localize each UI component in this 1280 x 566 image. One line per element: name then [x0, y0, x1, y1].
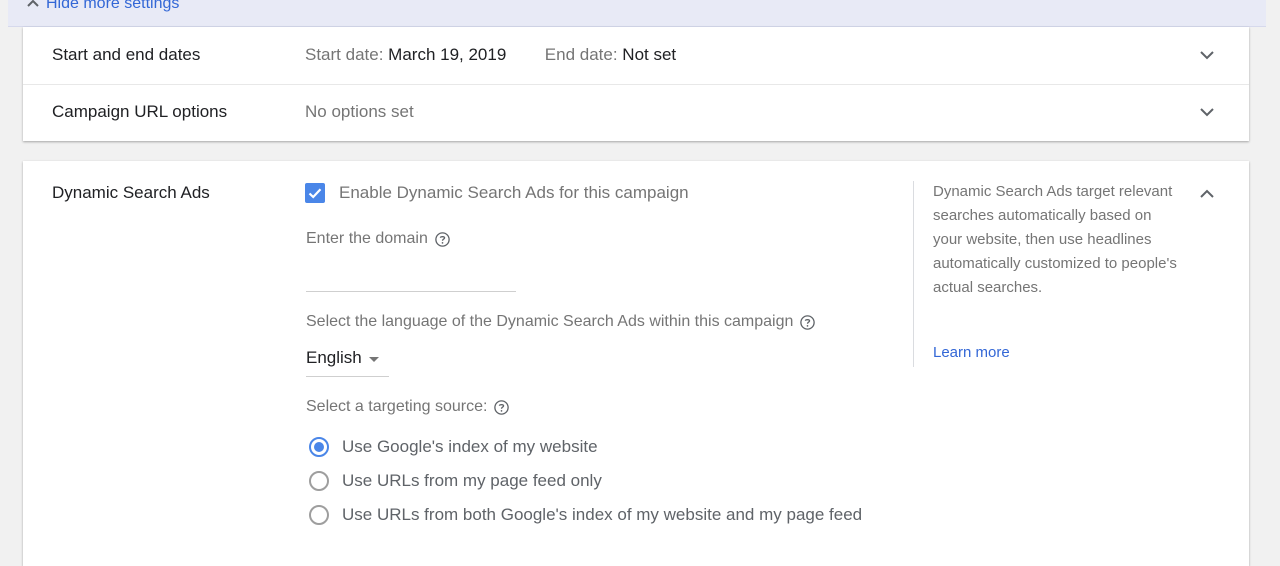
targeting-option-both[interactable]: Use URLs from both Google's index of my …: [309, 503, 862, 527]
targeting-source-label: Select a targeting source:: [306, 398, 510, 416]
language-field-label: Select the language of the Dynamic Searc…: [306, 313, 816, 331]
side-panel-divider: [913, 181, 914, 367]
targeting-label-text: Select a targeting source:: [306, 398, 488, 415]
hide-more-settings-link[interactable]: Hide more settings: [26, 0, 179, 14]
help-circle-icon[interactable]: [799, 314, 816, 331]
enable-dsa-label: Enable Dynamic Search Ads for this campa…: [339, 183, 689, 202]
settings-card: Start and end dates Start date: March 19…: [23, 27, 1249, 141]
chevron-up-icon: [27, 0, 39, 7]
enable-dsa-option: Enable Dynamic Search Ads for this campa…: [305, 183, 689, 203]
caret-down-icon: [369, 357, 379, 362]
targeting-option-page-feed[interactable]: Use URLs from my page feed only: [309, 469, 602, 493]
start-date-value: March 19, 2019: [388, 45, 507, 64]
start-end-dates-title: Start and end dates: [52, 45, 201, 64]
radio-button[interactable]: [309, 471, 329, 491]
domain-input[interactable]: [306, 261, 516, 292]
more-settings-bar: Hide more settings: [8, 0, 1266, 27]
end-date-value: Not set: [622, 45, 677, 64]
check-icon: [308, 188, 322, 199]
learn-more-link[interactable]: Learn more: [933, 344, 1010, 361]
start-date-label: Start date:: [305, 45, 384, 64]
campaign-url-options-row[interactable]: Campaign URL options No options set: [23, 84, 1249, 141]
campaign-url-options-title: Campaign URL options: [52, 102, 228, 121]
chevron-down-icon[interactable]: [1199, 47, 1215, 63]
dynamic-search-ads-card: Dynamic Search Ads Enable Dynamic Search…: [23, 161, 1249, 566]
radio-label: Use Google's index of my website: [342, 437, 598, 456]
radio-label: Use URLs from my page feed only: [342, 471, 602, 490]
enable-dsa-checkbox[interactable]: [305, 183, 325, 203]
url-options-summary: No options set: [305, 102, 414, 121]
radio-button[interactable]: [309, 437, 329, 457]
chevron-up-icon[interactable]: [1199, 186, 1215, 202]
hide-more-settings-label: Hide more settings: [46, 0, 180, 12]
radio-label: Use URLs from both Google's index of my …: [342, 505, 863, 524]
language-label-text: Select the language of the Dynamic Searc…: [306, 313, 794, 330]
help-circle-icon[interactable]: [434, 231, 451, 248]
end-date-label: End date:: [544, 45, 618, 64]
chevron-down-icon[interactable]: [1199, 104, 1215, 120]
language-select-value: English: [306, 348, 362, 367]
start-end-dates-row[interactable]: Start and end dates Start date: March 19…: [23, 27, 1249, 85]
radio-button[interactable]: [309, 505, 329, 525]
domain-label-text: Enter the domain: [306, 230, 428, 247]
domain-field-label: Enter the domain: [306, 230, 451, 248]
language-select[interactable]: English: [306, 344, 389, 377]
dates-summary: Start date: March 19, 2019 End date: Not…: [305, 45, 676, 65]
dynamic-search-ads-title: Dynamic Search Ads: [52, 183, 210, 202]
dsa-description: Dynamic Search Ads target relevant searc…: [933, 183, 1177, 296]
targeting-option-google-index[interactable]: Use Google's index of my website: [309, 435, 598, 459]
help-circle-icon[interactable]: [493, 399, 510, 416]
